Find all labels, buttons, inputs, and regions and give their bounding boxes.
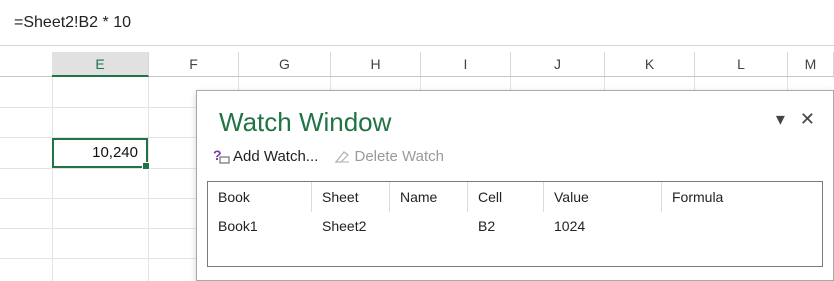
delete-watch-button[interactable]: Delete Watch bbox=[332, 147, 444, 165]
cell-value: 10,240 bbox=[92, 144, 138, 161]
column-header-m[interactable]: M bbox=[788, 52, 834, 76]
column-header-e[interactable]: E bbox=[52, 52, 149, 77]
active-cell-e[interactable]: 10,240 bbox=[52, 138, 150, 170]
header-name[interactable]: Name bbox=[390, 182, 468, 212]
cell-value: 1024 bbox=[554, 218, 586, 234]
watch-table-header: Book Sheet Name Cell Value Formula bbox=[208, 182, 822, 212]
column-header-j[interactable]: J bbox=[511, 52, 605, 76]
add-watch-button[interactable]: ? Add Watch... bbox=[211, 147, 318, 165]
delete-watch-label: Delete Watch bbox=[354, 147, 444, 165]
add-watch-label: Add Watch... bbox=[233, 147, 319, 165]
delete-watch-icon bbox=[332, 147, 352, 165]
column-headers: E F G H I J K L M bbox=[0, 52, 834, 77]
column-header-f[interactable]: F bbox=[149, 52, 239, 76]
watch-table[interactable]: Book Sheet Name Cell Value Formula Book1… bbox=[207, 181, 823, 267]
formula-text[interactable]: =Sheet2!B2 * 10 bbox=[14, 14, 131, 32]
fill-handle[interactable] bbox=[142, 162, 150, 170]
column-header-h[interactable]: H bbox=[331, 52, 421, 76]
close-icon[interactable]: ✕ bbox=[800, 109, 815, 129]
watch-toolbar: ? Add Watch... Delete Watch bbox=[211, 147, 454, 169]
header-formula[interactable]: Formula bbox=[662, 182, 822, 212]
cell-formula bbox=[662, 212, 822, 240]
column-header-i[interactable]: I bbox=[421, 52, 511, 76]
watch-window-controls: ▾ ✕ bbox=[766, 109, 815, 130]
table-row[interactable]: Book1 Sheet2 B2 1024 bbox=[208, 212, 822, 240]
header-book[interactable]: Book bbox=[208, 182, 312, 212]
header-cell[interactable]: Cell bbox=[468, 182, 544, 212]
formula-bar[interactable]: =Sheet2!B2 * 10 bbox=[0, 0, 834, 46]
column-header-k[interactable]: K bbox=[605, 52, 695, 76]
cell-cell: B2 bbox=[478, 218, 496, 234]
header-value[interactable]: Value bbox=[544, 182, 662, 212]
header-sheet[interactable]: Sheet bbox=[312, 182, 390, 212]
dropdown-arrow-icon[interactable]: ▾ bbox=[776, 109, 785, 129]
watch-window-title: Watch Window bbox=[219, 107, 392, 137]
column-header-g[interactable]: G bbox=[239, 52, 331, 76]
watch-window: Watch Window ▾ ✕ ? Add Watch... Delete W… bbox=[196, 90, 834, 281]
add-watch-icon: ? bbox=[211, 147, 231, 165]
cell-sheet: Sheet2 bbox=[322, 218, 367, 234]
column-header-l[interactable]: L bbox=[695, 52, 788, 76]
cell-name bbox=[390, 212, 468, 240]
cell-book: Book1 bbox=[218, 218, 258, 234]
